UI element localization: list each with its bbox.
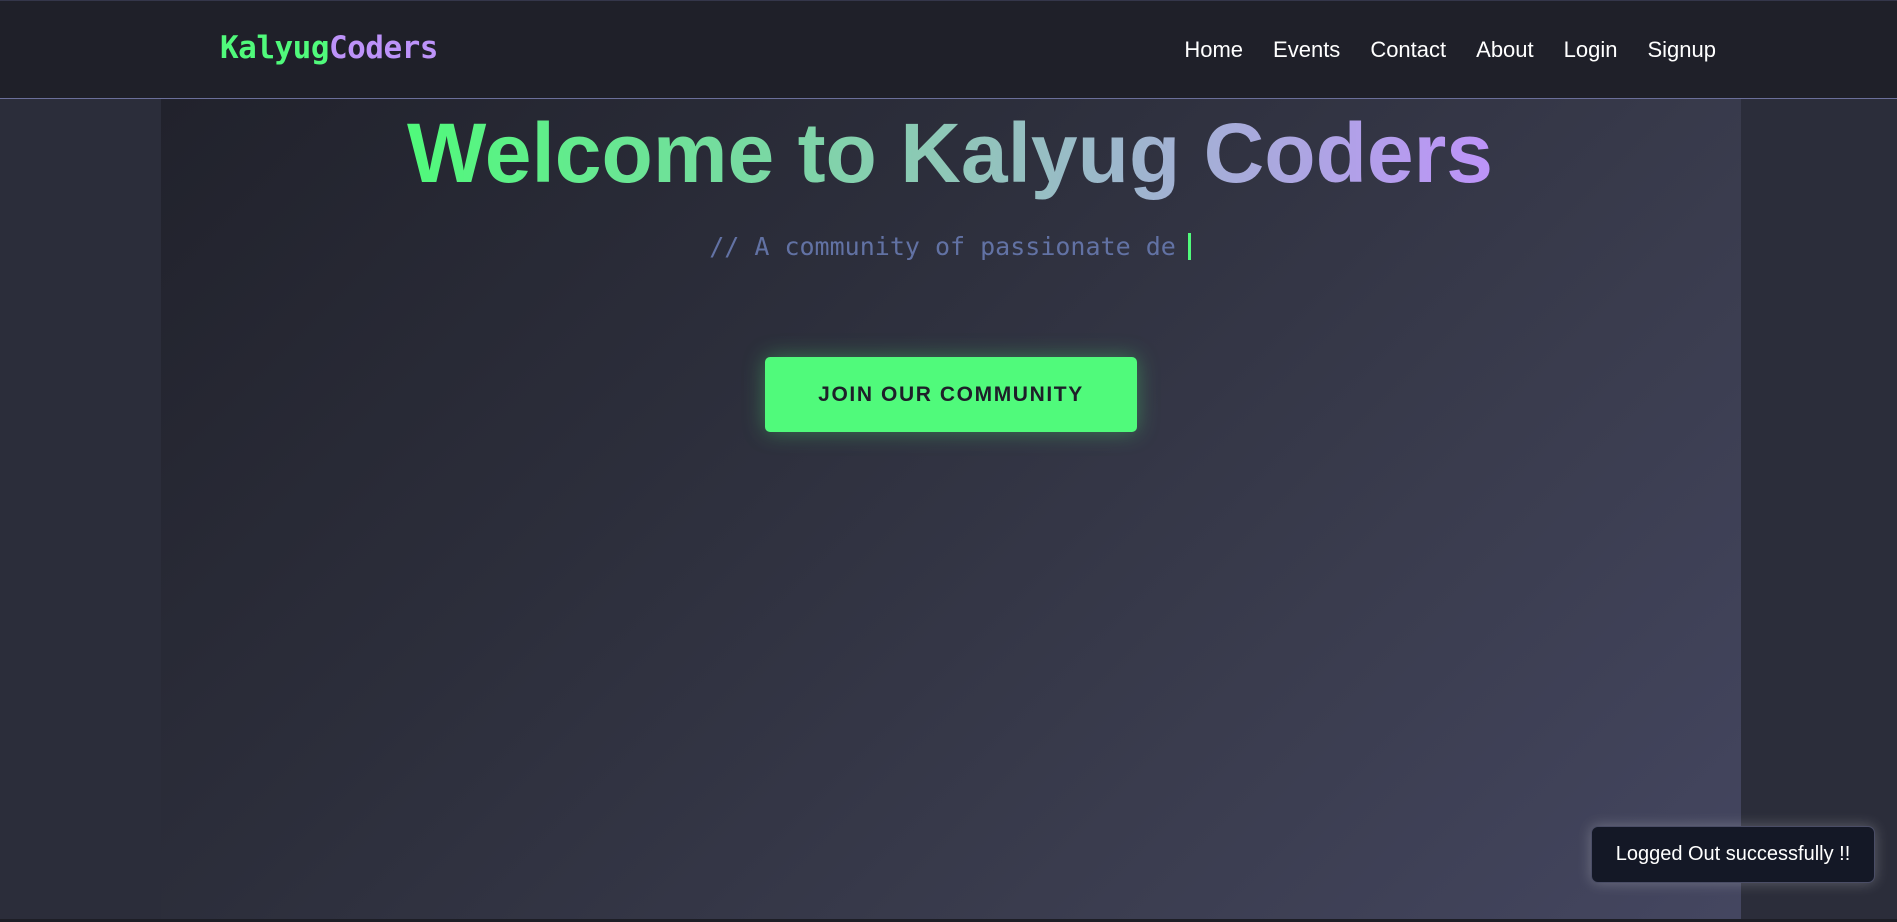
toast-message: Logged Out successfully !! — [1615, 843, 1851, 865]
hero-section: Welcome to Kalyug Coders // A community … — [161, 99, 1741, 919]
site-logo[interactable]: KalyugCoders — [220, 30, 438, 66]
tagline-text: // A community of passionate de — [709, 232, 1176, 261]
left-background-strip — [0, 99, 161, 919]
logo-part-coders: Coders — [328, 30, 438, 66]
hero-title: Welcome to Kalyug Coders — [0, 103, 1897, 204]
nav-link-home[interactable]: Home — [1184, 37, 1243, 63]
nav-links: Home Events Contact About Login Signup — [1184, 37, 1716, 63]
logout-toast: Logged Out successfully !! — [1591, 826, 1875, 883]
nav-link-about[interactable]: About — [1476, 37, 1534, 63]
join-community-button[interactable]: JOIN OUR COMMUNITY — [765, 357, 1137, 432]
nav-link-signup[interactable]: Signup — [1647, 37, 1716, 63]
logo-part-kalyug: Kalyug — [220, 30, 329, 66]
nav-link-login[interactable]: Login — [1564, 37, 1618, 63]
right-background-strip — [1741, 99, 1897, 919]
hero-title-text: Welcome to Kalyug Coders — [406, 106, 1493, 200]
hero-tagline: // A community of passionate de — [0, 232, 1897, 262]
navbar: KalyugCoders Home Events Contact About L… — [0, 0, 1897, 99]
typing-cursor — [1187, 232, 1191, 260]
nav-link-contact[interactable]: Contact — [1370, 37, 1446, 63]
nav-link-events[interactable]: Events — [1273, 37, 1340, 63]
